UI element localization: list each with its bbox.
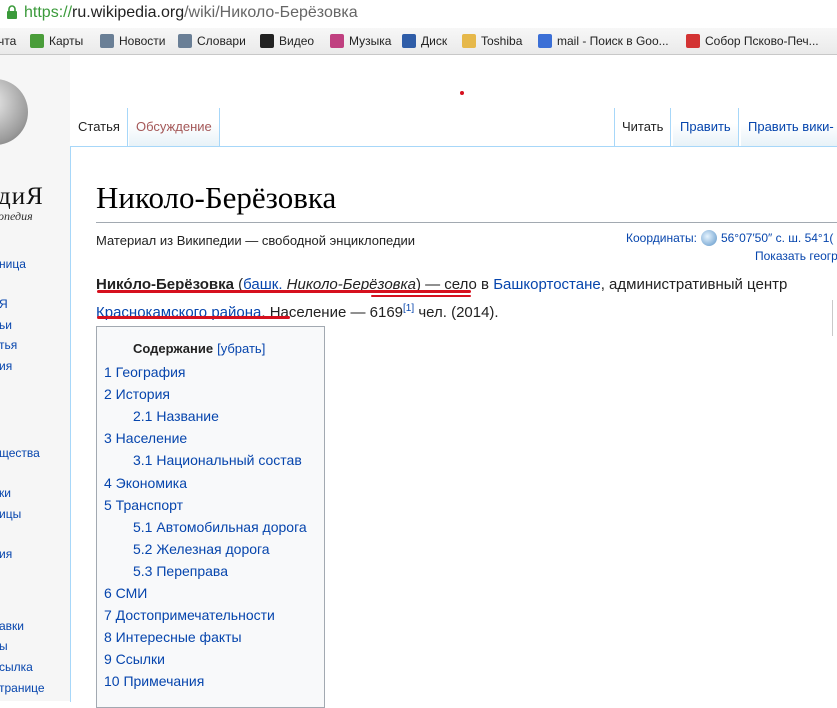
toc-item[interactable]: 9 Ссылки — [104, 651, 165, 667]
wikipedia-globe-logo[interactable] — [0, 79, 28, 145]
left-sidebar: диЯ опедия ница Яьи тья ия щества ки ицы ия авки… — [0, 55, 70, 701]
show-geography-link[interactable]: Показать геогр — [755, 249, 837, 263]
bookmark-6[interactable]: Диск — [402, 33, 447, 49]
folder-icon — [462, 34, 476, 48]
yandex-icon — [686, 34, 700, 48]
bookmarks-bar: чта Карты Новости Словари Видео Музыка Диск Tos… — [0, 28, 837, 55]
tab-article[interactable]: Статья — [71, 108, 128, 146]
coordinates: Координаты: 56°07′50″ с. ш. 54°1( — [626, 230, 833, 246]
toc-hide-link[interactable]: [убрать] — [217, 341, 265, 356]
bookmark-9[interactable]: Собор Псково-Печ... — [686, 33, 819, 49]
toc-item[interactable]: 4 Экономика — [104, 475, 187, 491]
url-scheme: https:// — [24, 4, 73, 21]
tab-edit-wikitext[interactable]: Править вики- — [741, 108, 837, 146]
bookmark-label: Словари — [197, 34, 246, 48]
bookmark-label: Новости — [119, 34, 166, 48]
red-dot-marker — [460, 91, 464, 95]
toc-header: Содержание [убрать] — [133, 341, 265, 356]
toc-item[interactable]: 3 Население — [104, 430, 187, 446]
lock-icon — [7, 5, 17, 19]
bookmark-label: Музыка — [349, 34, 392, 48]
bookmark-2[interactable]: Новости — [100, 33, 165, 49]
bookmark-label: Видео — [279, 34, 315, 48]
bookmark-label: Диск — [421, 34, 448, 48]
toc-item[interactable]: 7 Достопримечательности — [104, 607, 275, 623]
title-divider — [96, 222, 837, 223]
bookmark-label: чта — [0, 34, 17, 48]
sidebar-link[interactable]: ия — [0, 359, 12, 373]
red-underline-3 — [97, 316, 290, 319]
google-icon — [538, 34, 552, 48]
bookmark-3[interactable]: Словари — [178, 33, 246, 49]
bashkortostan-link[interactable]: Башкортостане — [493, 276, 601, 293]
url-host: ru.wikipedia.org — [72, 4, 185, 21]
toc-item[interactable]: 8 Интересные факты — [104, 629, 242, 645]
table-of-contents: Содержание [убрать] 1 География 2 История 2… — [96, 326, 325, 708]
news-icon — [100, 34, 114, 48]
address-bar[interactable]: https://ru.wikipedia.org/wiki/Николо-Бер… — [0, 0, 837, 28]
red-underline-2 — [371, 295, 471, 297]
tagline: Материал из Википедии — свободной энцикл… — [96, 233, 416, 248]
lead-mid: , административный центр — [600, 276, 788, 293]
sidebar-link[interactable]: сылка — [0, 660, 33, 674]
sidebar-link[interactable]: авки — [0, 619, 24, 633]
bookmark-label: mail - Поиск в Goo... — [557, 34, 669, 48]
bookmark-8[interactable]: mail - Поиск в Goo... — [538, 33, 669, 49]
toc-item[interactable]: 1 География — [104, 364, 186, 380]
bookmark-1[interactable]: Карты — [30, 33, 83, 49]
toc-item[interactable]: 10 Примечания — [104, 673, 204, 689]
sidebar-link[interactable]: ки — [0, 486, 11, 500]
sidebar-link[interactable]: транице — [0, 681, 45, 695]
sidebar-link[interactable]: ия — [0, 547, 12, 561]
tab-discussion[interactable]: Обсуждение — [129, 108, 220, 146]
bookmark-0[interactable]: чта — [0, 33, 16, 49]
sidebar-link[interactable]: щества — [0, 446, 40, 460]
bookmark-7[interactable]: Toshiba — [462, 33, 522, 49]
mail-icon — [402, 34, 416, 48]
coordinates-label[interactable]: Координаты: — [626, 231, 697, 245]
toc-item[interactable]: 6 СМИ — [104, 585, 147, 601]
music-icon — [330, 34, 344, 48]
sidebar-link[interactable]: Я — [0, 297, 8, 311]
sidebar-link[interactable]: ицы — [0, 507, 21, 521]
toc-title: Содержание — [133, 341, 214, 356]
sidebar-link[interactable]: ьи — [0, 318, 12, 332]
bookmark-label: Toshiba — [481, 34, 523, 48]
sidebar-link[interactable]: ы — [0, 639, 8, 653]
coordinates-value[interactable]: 56°07′50″ с. ш. 54°1( — [721, 231, 833, 245]
page-title: Николо-Берёзовка — [96, 180, 337, 215]
bookmark-label: Карты — [49, 34, 84, 48]
reference-link[interactable]: [1] — [403, 303, 414, 314]
red-underline-1 — [97, 290, 471, 293]
toc-item[interactable]: 3.1 Национальный состав — [133, 452, 302, 468]
maps-icon — [30, 34, 44, 48]
toc-item[interactable]: 5.2 Железная дорога — [133, 541, 270, 557]
sidebar-link[interactable]: тья — [0, 338, 17, 352]
sidebar-link[interactable]: ница — [0, 257, 26, 271]
bookmark-label: Собор Псково-Печ... — [705, 34, 819, 48]
globe-icon[interactable] — [700, 230, 717, 246]
video-icon — [260, 34, 274, 48]
toc-item[interactable]: 5.1 Автомобильная дорога — [133, 519, 307, 535]
right-edge-frame — [832, 300, 837, 336]
tab-read[interactable]: Читать — [614, 108, 672, 146]
url-path: /wiki/Николо-Берёзовка — [184, 4, 358, 21]
logo-wordmark: диЯ — [0, 183, 44, 210]
toc-item[interactable]: 5 Транспорт — [104, 497, 183, 513]
lead-end: чел. (2014). — [414, 304, 499, 321]
toc-item[interactable]: 2.1 Название — [133, 408, 219, 424]
toc-item[interactable]: 5.3 Переправа — [133, 563, 228, 579]
dictionary-icon — [178, 34, 192, 48]
toc-item[interactable]: 2 История — [104, 386, 170, 402]
logo-subtitle: опедия — [0, 209, 33, 223]
url-text: https://ru.wikipedia.org/wiki/Николо-Бер… — [24, 4, 358, 22]
tab-edit[interactable]: Править — [673, 108, 739, 146]
bookmark-5[interactable]: Музыка — [330, 33, 391, 49]
bookmark-4[interactable]: Видео — [260, 33, 314, 49]
